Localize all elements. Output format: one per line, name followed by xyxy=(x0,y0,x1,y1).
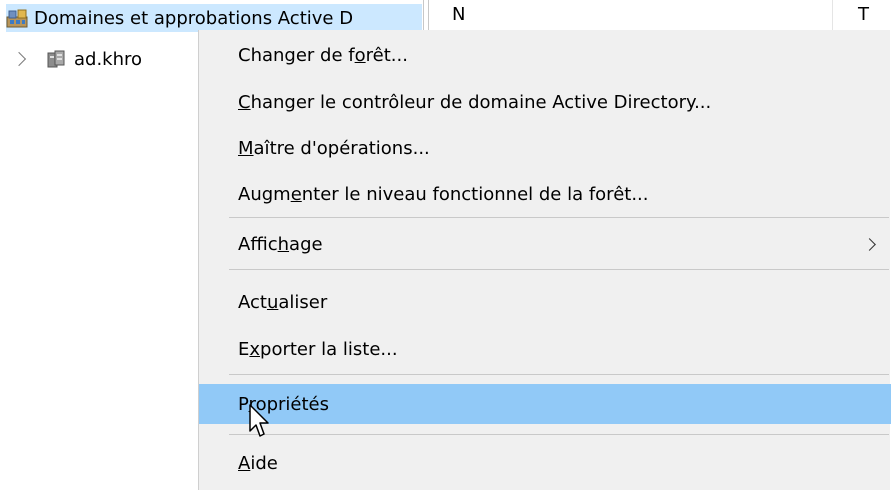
menu-item-properties[interactable]: Propriétés xyxy=(199,384,891,424)
menu-item-export-list[interactable]: Exporter la liste... xyxy=(199,330,891,368)
tree-item-domain[interactable]: ad.khro xyxy=(11,46,143,72)
menu-separator xyxy=(229,217,889,218)
menu-item-change-forest[interactable]: Changer de forêt... xyxy=(199,36,891,74)
menu-item-label: Aide xyxy=(238,452,278,474)
column-separator[interactable] xyxy=(832,0,833,32)
chevron-right-icon[interactable] xyxy=(11,51,27,67)
menu-item-help[interactable]: Aide xyxy=(199,444,891,482)
menu-item-refresh[interactable]: Actualiser xyxy=(199,283,891,321)
menu-item-view[interactable]: Affichage xyxy=(199,225,891,263)
menu-item-label: Augmenter le niveau fonctionnel de la fo… xyxy=(238,183,649,205)
menu-item-label: Affichage xyxy=(238,233,323,255)
menu-item-label: Changer le contrôleur de domaine Active … xyxy=(238,91,712,113)
tree-root-selection: Domaines et approbations Active D xyxy=(6,4,422,32)
ad-domains-trusts-icon xyxy=(6,8,28,28)
tree-root-item[interactable]: Domaines et approbations Active D xyxy=(6,4,422,32)
menu-item-raise-functional-level[interactable]: Augmenter le niveau fonctionnel de la fo… xyxy=(199,175,891,213)
mmc-window: Domaines et approbations Active D N T ad… xyxy=(0,0,892,490)
menu-item-label: Changer de forêt... xyxy=(238,44,408,66)
menu-item-label: Exporter la liste... xyxy=(238,338,398,360)
menu-item-operations-master[interactable]: Maître d'opérations... xyxy=(199,129,891,167)
menu-item-label: Actualiser xyxy=(238,291,328,313)
tree-root-label: Domaines et approbations Active D xyxy=(34,7,354,29)
tree-item-label: ad.khro xyxy=(74,48,143,70)
column-header-type[interactable]: T xyxy=(858,4,869,25)
context-menu: Changer de forêt... Changer le contrôleu… xyxy=(198,30,891,490)
menu-separator xyxy=(229,434,889,435)
menu-item-change-domain-controller[interactable]: Changer le contrôleur de domaine Active … xyxy=(199,83,891,121)
column-header-name[interactable]: N xyxy=(452,4,465,25)
domain-icon xyxy=(46,49,66,69)
pane-splitter[interactable] xyxy=(423,0,429,32)
menu-separator xyxy=(229,269,889,270)
menu-separator xyxy=(229,374,889,375)
submenu-arrow-icon xyxy=(863,237,876,251)
mouse-pointer-icon xyxy=(249,404,269,437)
menu-item-label: Maître d'opérations... xyxy=(238,137,430,159)
